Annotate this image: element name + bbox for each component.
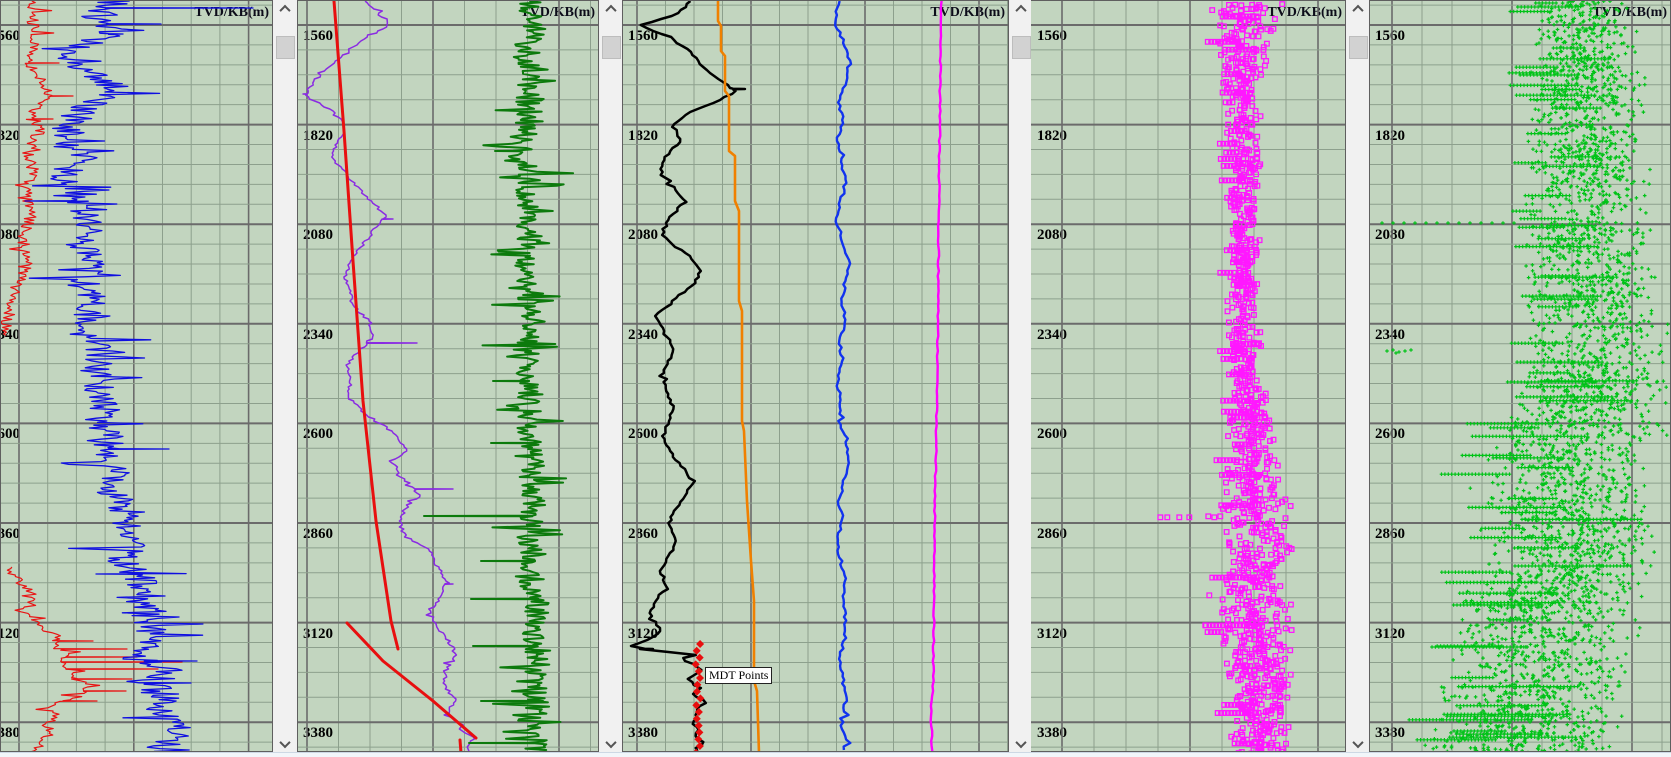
chevron-up-icon	[1352, 4, 1363, 15]
track-4-plot-area[interactable]: TVD/KB(m)1560182020802340260028603120338…	[1030, 0, 1346, 752]
track-2-canvas	[298, 1, 599, 752]
track-1-scroll-down-button[interactable]	[274, 735, 295, 752]
chevron-up-icon	[1015, 4, 1026, 15]
track-1-scroll-up-button[interactable]	[274, 0, 295, 17]
chevron-down-icon	[605, 736, 616, 747]
track-1-canvas	[1, 1, 273, 752]
track-2-scroll-up-button[interactable]	[600, 0, 621, 17]
track-2-scrollbar-thumb[interactable]	[602, 36, 621, 59]
track-3-plot-area[interactable]: TVD/KB(m)1560182020802340260028603120338…	[622, 0, 1009, 752]
track-3-scroll-up-button[interactable]	[1010, 0, 1031, 17]
track-2-plot-area[interactable]: TVD/KB(m)1560182020802340260028603120338…	[297, 0, 599, 752]
track-1-scrollbar-thumb[interactable]	[276, 36, 295, 59]
track-1-plot-area[interactable]: TVD/KB(m)1560182020802340260028603120338…	[0, 0, 273, 752]
track-4-scroll-up-button[interactable]	[1347, 0, 1368, 17]
track-3-scrollbar-thumb[interactable]	[1012, 36, 1031, 59]
chevron-up-icon	[605, 4, 616, 15]
well-log-viewer: TVD/KB(m)1560182020802340260028603120338…	[0, 0, 1671, 757]
mdt-points-annotation: MDT Points	[705, 667, 772, 684]
track-4-canvas	[1031, 1, 1346, 752]
track-4-scroll-down-button[interactable]	[1347, 735, 1368, 752]
chevron-down-icon	[1352, 736, 1363, 747]
track-3-vertical-scrollbar[interactable]	[1010, 0, 1031, 752]
track-2-scroll-down-button[interactable]	[600, 735, 621, 752]
track-4-scrollbar-thumb[interactable]	[1349, 36, 1368, 59]
chevron-down-icon	[279, 736, 290, 747]
track-2-vertical-scrollbar[interactable]	[600, 0, 621, 752]
window-bottom-strip	[0, 752, 1671, 757]
chevron-up-icon	[279, 4, 290, 15]
track-1-vertical-scrollbar[interactable]	[274, 0, 295, 752]
track-3-canvas	[623, 1, 1009, 752]
track-5-canvas	[1370, 1, 1671, 752]
track-4-vertical-scrollbar[interactable]	[1347, 0, 1368, 752]
track-5-plot-area[interactable]: TVD/KB(m)1560182020802340260028603120338…	[1369, 0, 1671, 752]
chevron-down-icon	[1015, 736, 1026, 747]
track-3-scroll-down-button[interactable]	[1010, 735, 1031, 752]
